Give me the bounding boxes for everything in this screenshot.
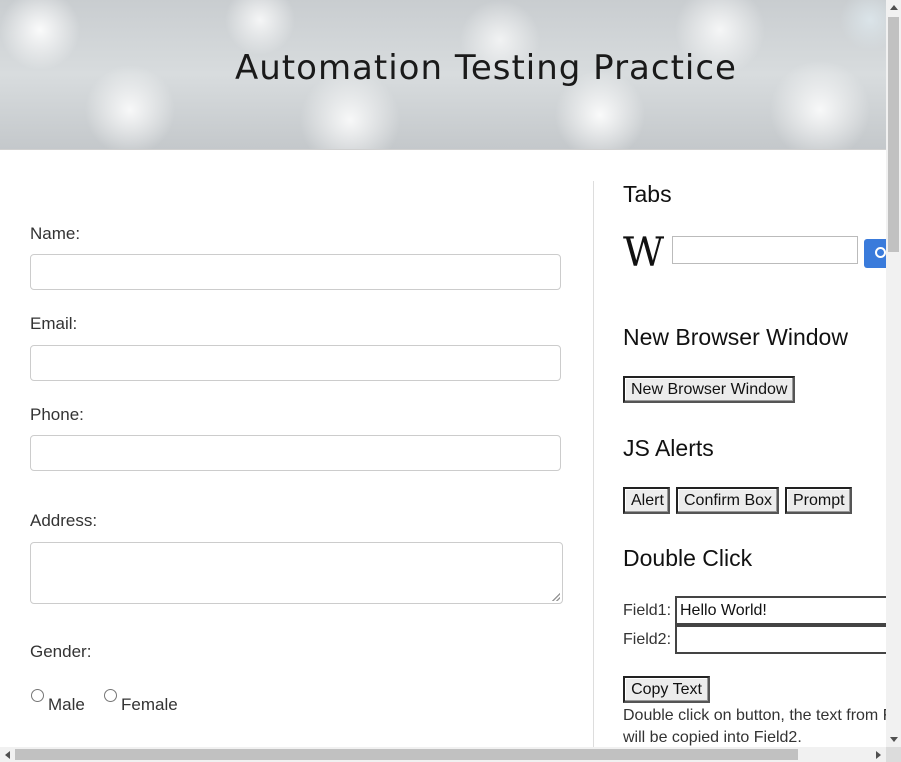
gender-label: Gender:	[30, 642, 92, 661]
column-divider	[593, 181, 594, 747]
email-input[interactable]	[30, 345, 561, 381]
wikipedia-search-input[interactable]	[672, 236, 858, 264]
phone-label: Phone:	[30, 405, 84, 424]
alert-button[interactable]: Alert	[623, 487, 670, 514]
address-textarea[interactable]	[30, 542, 563, 604]
gender-male-label[interactable]: Male	[48, 695, 85, 715]
scroll-left-arrow-icon[interactable]	[5, 751, 10, 759]
name-input[interactable]	[30, 254, 561, 290]
double-click-note-line1: Double click on button, the text from F	[623, 707, 886, 724]
prompt-button[interactable]: Prompt	[785, 487, 852, 514]
email-label: Email:	[30, 314, 78, 333]
copy-text-button[interactable]: Copy Text	[623, 676, 710, 703]
search-icon	[875, 247, 886, 258]
address-label: Address:	[30, 511, 98, 530]
name-label: Name:	[30, 224, 81, 243]
horizontal-scrollbar[interactable]	[0, 747, 886, 762]
gender-male-radio[interactable]	[31, 689, 44, 702]
double-click-heading: Double Click	[623, 545, 753, 571]
gender-female-radio[interactable]	[104, 689, 117, 702]
new-window-heading: New Browser Window	[623, 324, 848, 350]
scroll-down-arrow-icon[interactable]	[890, 737, 898, 742]
field2-label: Field2:	[623, 631, 672, 648]
scrollbar-corner	[886, 747, 901, 762]
header-banner: Automation Testing Practice	[0, 0, 886, 150]
page-title: Automation Testing Practice	[235, 48, 737, 88]
wikipedia-logo-icon: W	[623, 230, 665, 276]
field1-input[interactable]: Hello World!	[675, 596, 886, 625]
gender-female-label[interactable]: Female	[121, 695, 178, 715]
confirm-box-button[interactable]: Confirm Box	[676, 487, 779, 514]
js-alerts-heading: JS Alerts	[623, 435, 714, 461]
tabs-heading: Tabs	[623, 181, 672, 207]
scroll-up-arrow-icon[interactable]	[890, 5, 898, 10]
page-viewport: Automation Testing Practice Name: Email:…	[0, 0, 886, 747]
double-click-note-line2: will be copied into Field2.	[623, 729, 802, 746]
horizontal-scroll-thumb[interactable]	[15, 749, 798, 760]
phone-input[interactable]	[30, 435, 561, 471]
resize-grip-icon[interactable]	[552, 593, 560, 601]
wikipedia-search-button[interactable]	[864, 239, 886, 268]
field1-label: Field1:	[623, 602, 672, 619]
field2-input[interactable]	[675, 625, 886, 654]
new-browser-window-button[interactable]: New Browser Window	[623, 376, 795, 403]
vertical-scrollbar[interactable]	[886, 0, 901, 747]
vertical-scroll-thumb[interactable]	[888, 17, 899, 252]
scroll-right-arrow-icon[interactable]	[876, 751, 881, 759]
